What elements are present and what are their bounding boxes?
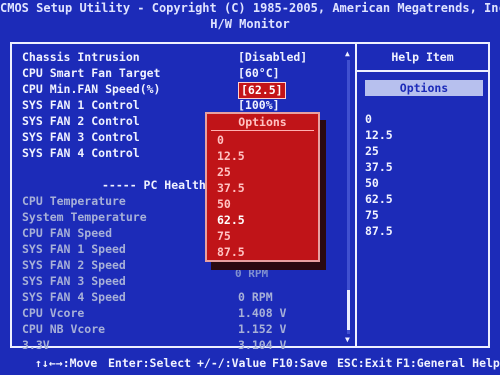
help-option: 50 xyxy=(365,176,379,190)
popup-title: Options xyxy=(238,115,287,129)
help-option: 37.5 xyxy=(365,160,393,174)
health-label: 3.3V xyxy=(22,338,50,352)
key-hint-exit: ESC:Exit xyxy=(337,356,393,370)
health-3-3v: 3.3V 3.104 V xyxy=(22,338,352,353)
setting-label: SYS FAN 1 Control xyxy=(22,98,140,112)
scroll-thumb[interactable] xyxy=(347,290,350,330)
help-option: 62.5 xyxy=(365,192,393,206)
setting-value[interactable]: [Disabled] xyxy=(238,50,307,65)
popup-option[interactable]: 0 xyxy=(217,133,224,148)
help-option: 75 xyxy=(365,208,379,222)
help-title: Help Item xyxy=(391,50,454,64)
setting-label: Chassis Intrusion xyxy=(22,50,140,64)
health-label: System Temperature xyxy=(22,210,147,224)
key-help-bar: ↑↓←→:Move Enter:Select +/-/:Value F10:Sa… xyxy=(0,352,500,375)
help-option: 12.5 xyxy=(365,128,393,142)
health-label: SYS FAN 3 Speed xyxy=(22,274,126,288)
scrollbar[interactable]: ▲ ▼ xyxy=(345,50,352,344)
setting-value-selected[interactable]: [62.5] xyxy=(238,82,286,99)
help-panel: Help Item Options 0 12.5 25 37.5 50 62.5… xyxy=(357,44,488,346)
health-label: CPU Vcore xyxy=(22,306,85,320)
key-hint-general-help: F1:General Help xyxy=(396,356,500,370)
popup-option[interactable]: 87.5 xyxy=(217,245,245,260)
popup-option-selected[interactable]: 62.5 xyxy=(217,213,245,228)
health-label: SYS FAN 4 Speed xyxy=(22,290,126,304)
popup-option[interactable]: 12.5 xyxy=(217,149,245,164)
setting-label: CPU Min.FAN Speed(%) xyxy=(22,82,161,96)
health-sys-fan-3-speed: SYS FAN 3 Speed xyxy=(22,274,352,289)
help-option: 25 xyxy=(365,144,379,158)
app-title: CMOS Setup Utility - Copyright (C) 1985-… xyxy=(0,1,500,15)
health-label: CPU NB Vcore xyxy=(22,322,106,336)
setting-label: SYS FAN 3 Control xyxy=(22,130,140,144)
health-cpu-vcore: CPU Vcore 1.408 V xyxy=(22,306,352,321)
section-title: ----- PC Health xyxy=(102,178,206,192)
scroll-down-arrow-icon[interactable]: ▼ xyxy=(345,336,350,344)
health-cpu-nb-vcore: CPU NB Vcore 1.152 V xyxy=(22,322,352,337)
help-divider xyxy=(357,70,488,72)
help-options-header: Options xyxy=(365,80,483,96)
health-label: CPU FAN Speed xyxy=(22,226,113,240)
health-sys-fan-4-speed: SYS FAN 4 Speed 0 RPM xyxy=(22,290,352,305)
key-hint-select: Enter:Select xyxy=(108,356,192,370)
key-hint-save: F10:Save xyxy=(272,356,328,370)
health-label: SYS FAN 1 Speed xyxy=(22,242,126,256)
setting-chassis-intrusion[interactable]: Chassis Intrusion [Disabled] xyxy=(22,50,352,65)
setting-label: SYS FAN 4 Control xyxy=(22,146,140,160)
popup-option[interactable]: 50 xyxy=(217,197,231,212)
page-title: H/W Monitor xyxy=(210,17,290,31)
setting-cpu-min-fan-speed[interactable]: CPU Min.FAN Speed(%) [62.5] xyxy=(22,82,352,99)
health-label: SYS FAN 2 Speed xyxy=(22,258,126,272)
title-bar: CMOS Setup Utility - Copyright (C) 1985-… xyxy=(0,0,500,34)
setting-value[interactable]: [100%] xyxy=(238,98,280,113)
popup-option[interactable]: 75 xyxy=(217,229,231,244)
popup-divider xyxy=(211,130,314,131)
setting-label: SYS FAN 2 Control xyxy=(22,114,140,128)
key-hint-move: ↑↓←→:Move xyxy=(35,356,98,370)
setting-sys-fan-1-control[interactable]: SYS FAN 1 Control [100%] xyxy=(22,98,352,113)
scroll-track[interactable] xyxy=(347,60,350,334)
help-option: 0 xyxy=(365,112,372,126)
popup-option[interactable]: 25 xyxy=(217,165,231,180)
obscured-value: 0 RPM xyxy=(235,267,269,280)
setting-value[interactable]: [60°C] xyxy=(238,66,280,81)
setting-label: CPU Smart Fan Target xyxy=(22,66,161,80)
popup-option[interactable]: 37.5 xyxy=(217,181,245,196)
options-popup[interactable]: Options 0 12.5 25 37.5 50 62.5 75 87.5 xyxy=(205,112,320,262)
help-option: 87.5 xyxy=(365,224,393,238)
health-value: 1.408 V xyxy=(238,306,287,320)
health-label: CPU Temperature xyxy=(22,194,126,208)
key-hint-value: +/-/:Value xyxy=(197,356,267,370)
health-value: 0 RPM xyxy=(238,290,273,304)
setting-cpu-smart-fan-target[interactable]: CPU Smart Fan Target [60°C] xyxy=(22,66,352,81)
health-value: 3.104 V xyxy=(238,338,287,352)
scroll-up-arrow-icon[interactable]: ▲ xyxy=(345,50,350,58)
health-value: 1.152 V xyxy=(238,322,287,336)
